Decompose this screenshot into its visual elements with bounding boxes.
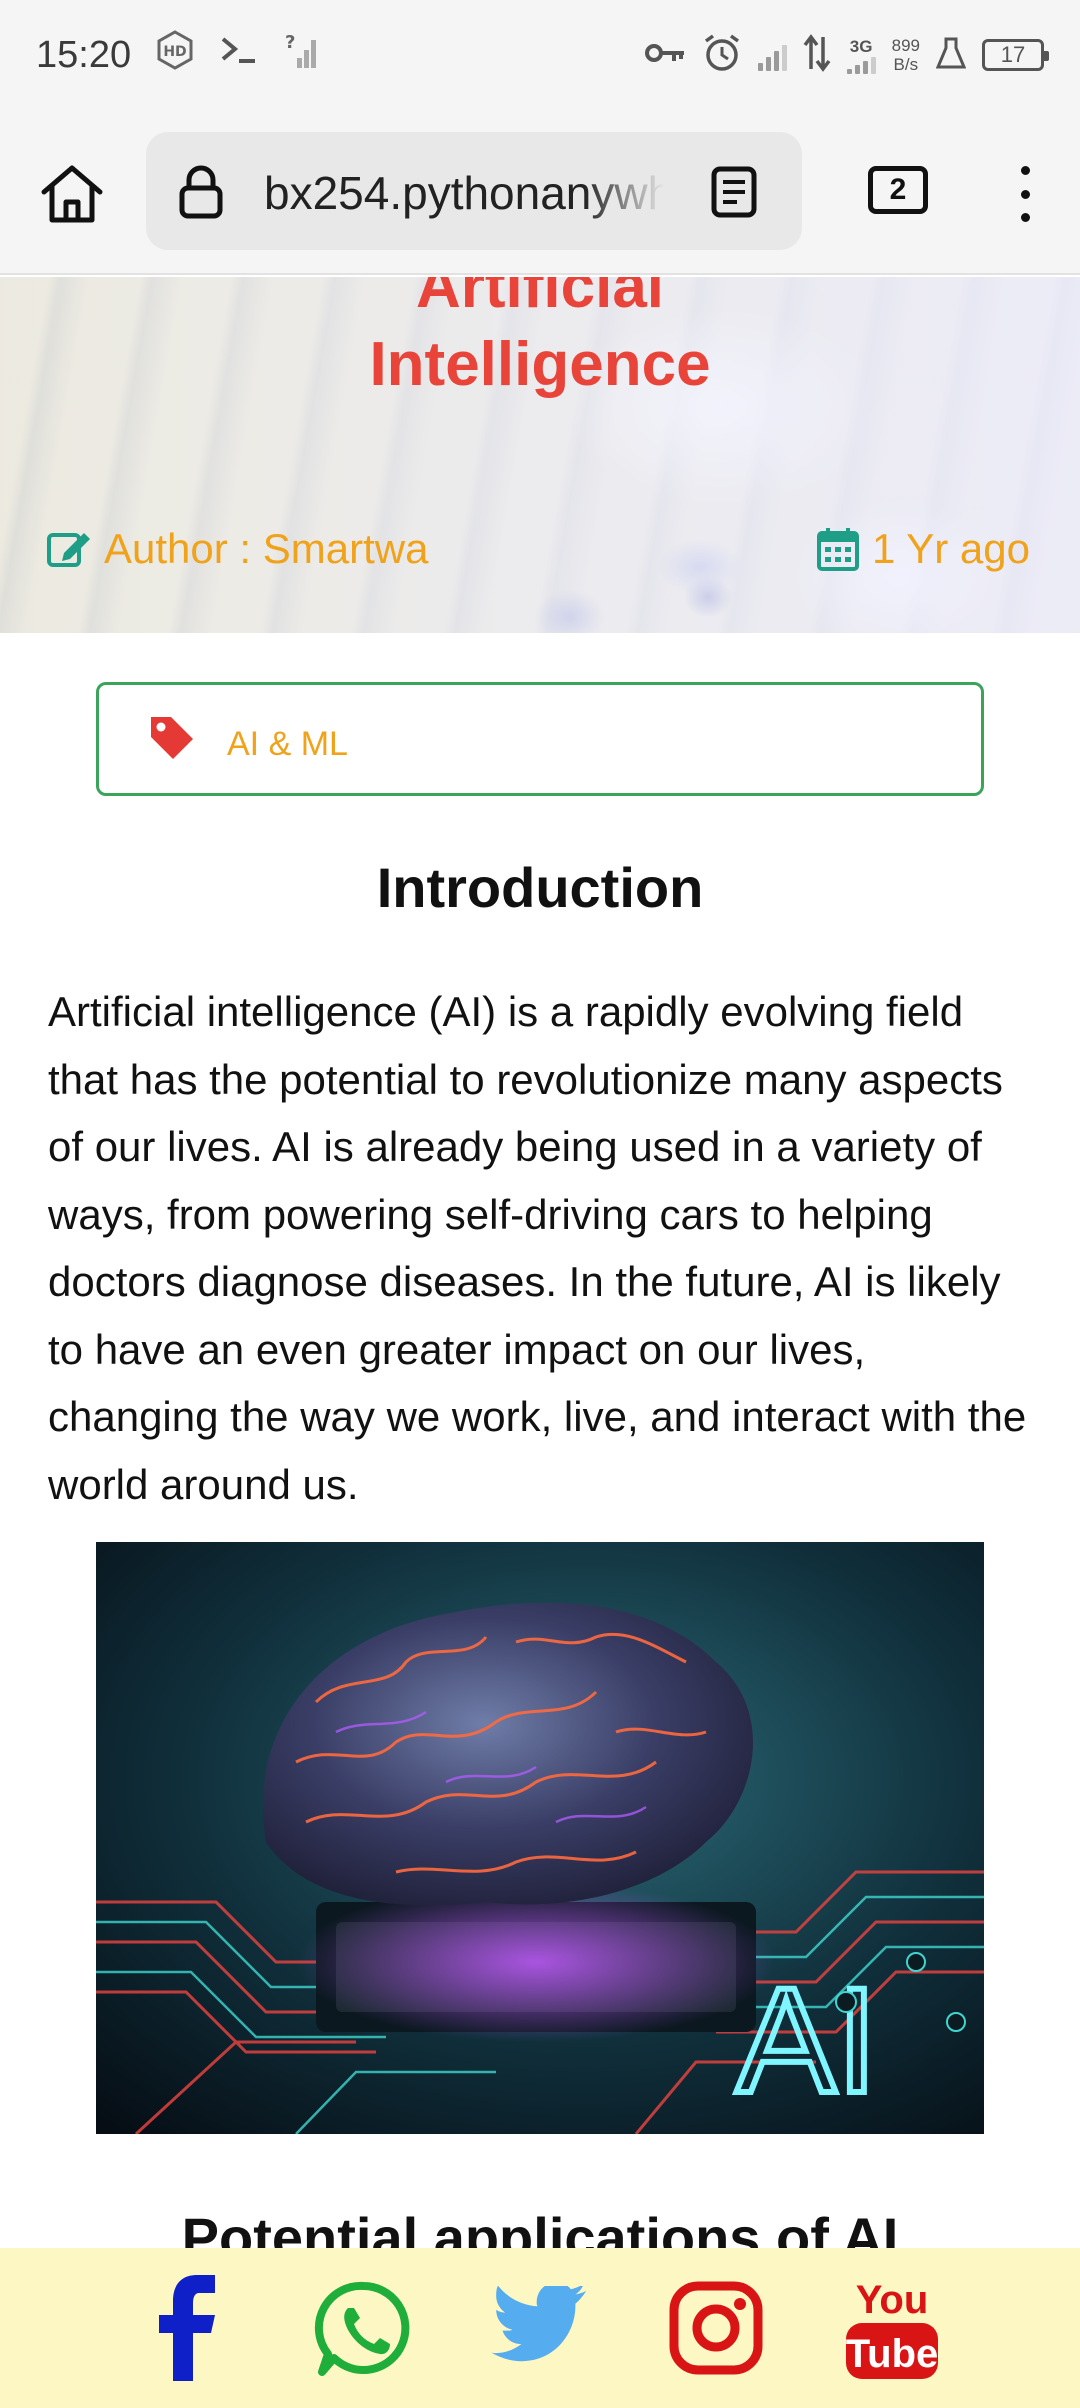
browser-toolbar: bx254.pythonanywhere.com 2	[0, 110, 1080, 275]
signal-strength-icon	[757, 39, 787, 71]
youtube-icon: You Tube	[846, 2278, 939, 2379]
date-label: 1 Yr ago	[871, 525, 1030, 572]
facebook-icon	[159, 2275, 215, 2381]
net-speed: 899 B/s	[892, 36, 920, 74]
menu-dot-icon	[1020, 189, 1030, 199]
calendar-icon	[816, 528, 859, 571]
whatsapp-icon	[314, 2281, 410, 2376]
section-title-introduction: Introduction	[376, 856, 704, 919]
youtube-logo-top: You	[856, 2278, 929, 2322]
tag-label: AI & ML	[227, 725, 348, 763]
article-hero: Artificial Intelligence Author : Smartwa…	[0, 277, 1080, 633]
edit-icon	[47, 533, 90, 567]
battery-level: 17	[1000, 42, 1026, 67]
reader-mode-button[interactable]	[710, 166, 758, 223]
menu-dot-icon	[1020, 166, 1030, 175]
ai-image-text: AI	[736, 1956, 878, 2124]
alarm-icon	[702, 33, 742, 78]
url-text[interactable]: bx254.pythonanywhere.com	[264, 166, 664, 220]
home-button[interactable]	[38, 160, 106, 228]
menu-dot-icon	[1020, 213, 1030, 222]
status-time: 15:20	[36, 33, 132, 76]
author-label: Author : Smartwa	[104, 525, 429, 572]
instagram-share-button[interactable]	[661, 2273, 771, 2383]
article-date: 1 Yr ago	[816, 525, 1030, 573]
home-icon	[41, 165, 103, 223]
hd-icon: HD	[155, 30, 195, 80]
net-speed-unit: B/s	[893, 55, 919, 74]
terminal-icon	[219, 33, 259, 77]
tab-count: 2	[889, 173, 907, 206]
ai-brain-image: AI	[96, 1542, 984, 2134]
network-type-label: 3G	[849, 36, 873, 56]
category-tag[interactable]: AI & ML	[96, 682, 984, 796]
status-bar: 15:20 HD ? 3G 899 B/s 17	[0, 0, 1080, 110]
address-bar[interactable]: bx254.pythonanywhere.com	[146, 132, 802, 250]
whatsapp-share-button[interactable]	[309, 2273, 419, 2383]
vpn-key-icon	[644, 41, 686, 70]
svg-text:HD: HD	[163, 44, 186, 60]
instagram-icon	[669, 2281, 763, 2375]
social-share-bar: You Tube	[0, 2248, 1080, 2408]
article-author[interactable]: Author : Smartwa	[46, 525, 428, 573]
twitter-share-button[interactable]	[485, 2273, 595, 2383]
article-title-line-1: Artificial	[415, 277, 665, 321]
network-type-indicator: 3G	[846, 36, 876, 74]
signal-question-icon: ?	[283, 30, 323, 80]
youtube-share-button[interactable]: You Tube	[837, 2273, 947, 2383]
youtube-logo-bottom: Tube	[846, 2332, 939, 2376]
lock-icon	[178, 164, 224, 225]
lab-flask-icon	[935, 36, 967, 75]
data-transfer-icon	[803, 33, 831, 78]
facebook-share-button[interactable]	[133, 2273, 243, 2383]
tag-icon	[147, 713, 197, 768]
introduction-paragraph: Artificial intelligence (AI) is a rapidl…	[48, 988, 1027, 1508]
battery-icon: 17	[982, 39, 1049, 71]
net-speed-value: 899	[891, 36, 920, 55]
tab-switcher-button[interactable]: 2	[868, 166, 928, 214]
svg-text:?: ?	[285, 32, 295, 53]
article-title-line-2: Intelligence	[369, 330, 711, 399]
reader-mode-icon	[711, 166, 757, 218]
twitter-icon	[490, 2286, 587, 2362]
overflow-menu-button[interactable]	[1010, 166, 1040, 222]
